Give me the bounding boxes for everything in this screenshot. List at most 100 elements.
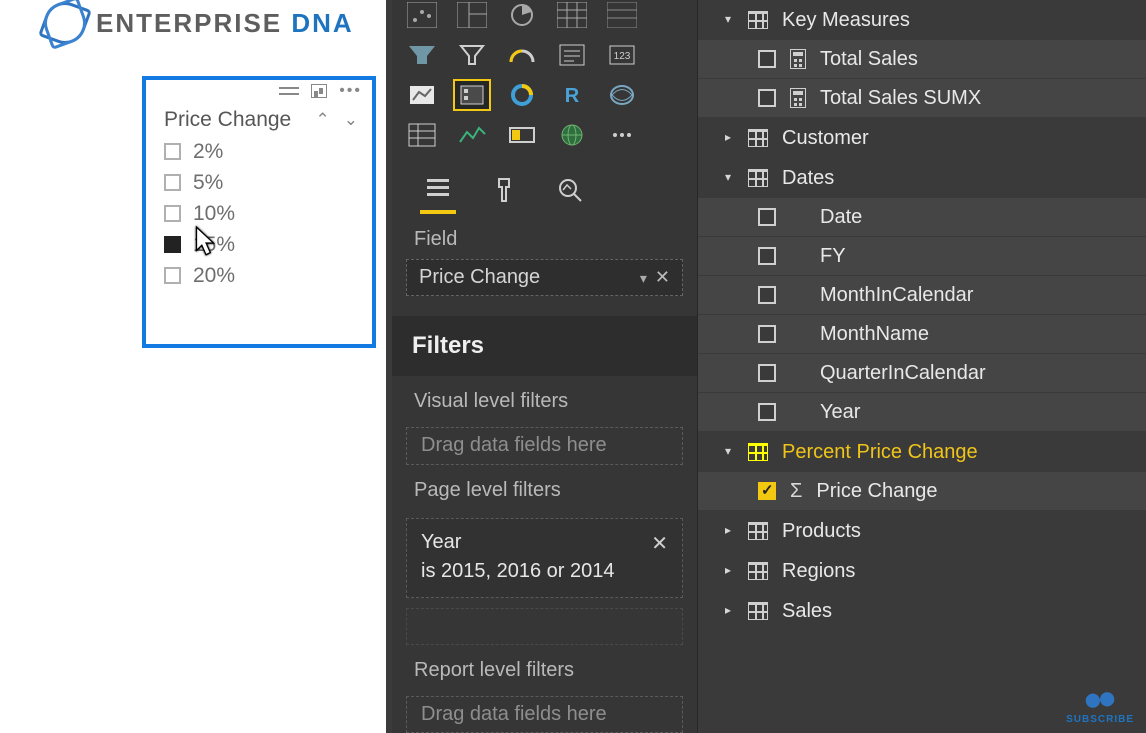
filled-card-icon[interactable]	[504, 120, 540, 150]
import-custom-visual-icon[interactable]	[604, 120, 640, 150]
checkbox-icon[interactable]	[164, 205, 181, 222]
globe-map-icon[interactable]	[554, 120, 590, 150]
checkbox-icon[interactable]	[164, 143, 181, 160]
field-checkbox[interactable]	[758, 247, 776, 265]
filter-summary: is 2015, 2016 or 2014	[421, 560, 668, 583]
checkbox-icon[interactable]	[164, 267, 181, 284]
table-icon	[748, 169, 768, 187]
caret-down-icon[interactable]: ▾	[722, 444, 734, 458]
field-item[interactable]: Date	[698, 198, 1146, 237]
visual-type-gallery: 123 R	[392, 0, 697, 156]
caret-down-icon[interactable]: ▾	[722, 12, 734, 26]
slicer-title: Price Change	[164, 108, 291, 132]
field-checkbox[interactable]	[758, 325, 776, 343]
report-canvas: ENTERPRISE DNA Price Change ⌃ ⌄ 2% 5% 10…	[0, 0, 392, 733]
drag-handle-icon[interactable]	[279, 87, 299, 95]
checkbox-icon[interactable]	[164, 174, 181, 191]
fields-tab-icon[interactable]	[420, 166, 456, 214]
field-item[interactable]: Total Sales SUMX	[698, 79, 1146, 118]
analytics-tab-icon[interactable]	[552, 166, 588, 214]
field-item[interactable]: MonthName	[698, 315, 1146, 354]
page-filters-dropzone[interactable]	[406, 608, 683, 645]
field-checkbox[interactable]	[758, 364, 776, 382]
measure-icon	[790, 88, 806, 108]
table-node-key-measures[interactable]: ▾ Key Measures	[698, 0, 1146, 40]
dna-icon	[1080, 682, 1121, 718]
slicer-visual[interactable]: Price Change ⌃ ⌄ 2% 5% 10% 15% 20%	[142, 76, 376, 348]
pie-chart-icon[interactable]	[504, 0, 540, 30]
field-checkbox[interactable]	[758, 403, 776, 421]
format-tab-icon[interactable]	[486, 166, 522, 214]
arcgis-map-icon[interactable]	[604, 80, 640, 110]
table-icon	[748, 129, 768, 147]
remove-filter-icon[interactable]: ✕	[651, 531, 668, 556]
svg-text:123: 123	[614, 51, 631, 62]
slicer-checklist-icon[interactable]	[454, 80, 490, 110]
field-checkbox[interactable]	[758, 89, 776, 107]
filters-header: Filters	[392, 316, 697, 376]
field-checkbox[interactable]	[758, 482, 776, 500]
caret-right-icon[interactable]: ▸	[722, 603, 734, 617]
remove-field-icon[interactable]: ✕	[655, 267, 670, 287]
dna-icon	[44, 2, 86, 44]
field-item[interactable]: MonthInCalendar	[698, 276, 1146, 315]
slicer-type-icon[interactable]	[454, 40, 490, 70]
slicer-item[interactable]: 15%	[164, 229, 354, 260]
chevron-down-icon[interactable]: ▾	[640, 270, 647, 286]
field-well-value: Price Change	[419, 266, 540, 289]
field-item[interactable]: QuarterInCalendar	[698, 354, 1146, 393]
card-icon[interactable]: 123	[604, 40, 640, 70]
fields-pane: ▾ Key Measures Total Sales Total Sales S…	[698, 0, 1146, 733]
kpi-icon[interactable]	[404, 80, 440, 110]
sigma-icon: Σ	[790, 480, 802, 503]
field-item[interactable]: Σ Price Change	[698, 472, 1146, 511]
table-node-dates[interactable]: ▾ Dates	[698, 158, 1146, 198]
subscribe-watermark: SUBSCRIBE	[1066, 688, 1134, 725]
caret-right-icon[interactable]: ▸	[722, 523, 734, 537]
report-filters-dropzone[interactable]: Drag data fields here	[406, 696, 683, 733]
caret-down-icon[interactable]: ▾	[722, 170, 734, 184]
scatter-chart-icon[interactable]	[404, 0, 440, 30]
visual-level-filters-label: Visual level filters	[392, 376, 697, 421]
table-icon	[748, 562, 768, 580]
chevron-down-icon[interactable]: ⌄	[344, 110, 358, 130]
table-icon[interactable]	[604, 0, 640, 30]
donut-chart-icon[interactable]	[504, 80, 540, 110]
clear-selections-icon[interactable]: ⌃	[316, 110, 330, 130]
field-well[interactable]: Price Change ▾ ✕	[406, 259, 683, 296]
table-node-sales[interactable]: ▸ Sales	[698, 591, 1146, 631]
card-multirow-icon[interactable]	[554, 40, 590, 70]
visual-filters-dropzone[interactable]: Drag data fields here	[406, 427, 683, 464]
caret-right-icon[interactable]: ▸	[722, 563, 734, 577]
slicer-item-list: 2% 5% 10% 15% 20%	[146, 136, 372, 291]
checkbox-icon[interactable]	[164, 236, 181, 253]
caret-right-icon[interactable]: ▸	[722, 130, 734, 144]
field-item[interactable]: FY	[698, 237, 1146, 276]
field-item[interactable]: Year	[698, 393, 1146, 432]
field-checkbox[interactable]	[758, 286, 776, 304]
line-sparkline-icon[interactable]	[454, 120, 490, 150]
svg-text:R: R	[565, 85, 580, 107]
report-level-filters-label: Report level filters	[392, 645, 697, 690]
field-checkbox[interactable]	[758, 208, 776, 226]
treemap-icon[interactable]	[454, 0, 490, 30]
matrix-icon[interactable]	[554, 0, 590, 30]
page-filter-card[interactable]: ✕ Year is 2015, 2016 or 2014	[406, 518, 683, 598]
more-options-icon[interactable]	[339, 82, 362, 100]
slicer-item[interactable]: 2%	[164, 136, 354, 167]
funnel-icon[interactable]	[404, 40, 440, 70]
table-node-customer[interactable]: ▸ Customer	[698, 118, 1146, 158]
slicer-item[interactable]: 20%	[164, 260, 354, 291]
field-checkbox[interactable]	[758, 50, 776, 68]
r-visual-icon[interactable]: R	[554, 80, 590, 110]
table-node-products[interactable]: ▸ Products	[698, 511, 1146, 551]
focus-mode-icon[interactable]	[311, 84, 327, 98]
table-node-regions[interactable]: ▸ Regions	[698, 551, 1146, 591]
table-icon	[748, 602, 768, 620]
table-node-percent-price-change[interactable]: ▾ Percent Price Change	[698, 432, 1146, 472]
gauge-icon[interactable]	[504, 40, 540, 70]
field-item[interactable]: Total Sales	[698, 40, 1146, 79]
visualizations-pane: 123 R Field Price Change ▾✕ Filters Visu…	[392, 0, 698, 733]
slicer-item[interactable]: 5%	[164, 167, 354, 198]
matrix2-icon[interactable]	[404, 120, 440, 150]
